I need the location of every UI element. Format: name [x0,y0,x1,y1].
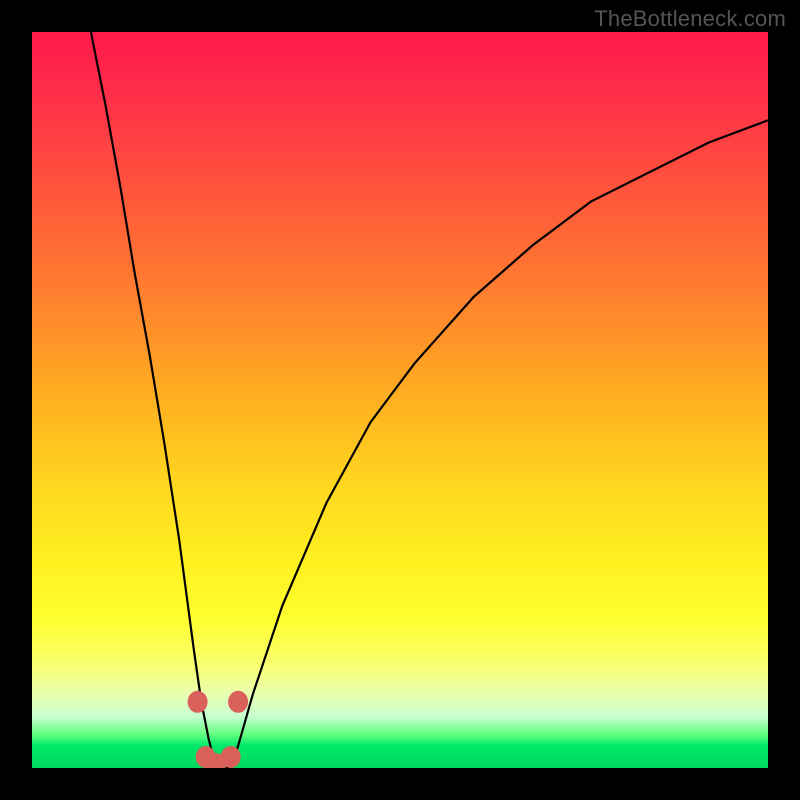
marker-dot-1 [228,691,248,713]
marker-dot-0 [188,691,208,713]
bottleneck-curve-svg [32,32,768,768]
chart-frame: TheBottleneck.com [0,0,800,800]
watermark-text: TheBottleneck.com [594,6,786,32]
bottleneck-curve [91,32,768,768]
marker-dot-4 [221,746,241,768]
plot-area [32,32,768,768]
